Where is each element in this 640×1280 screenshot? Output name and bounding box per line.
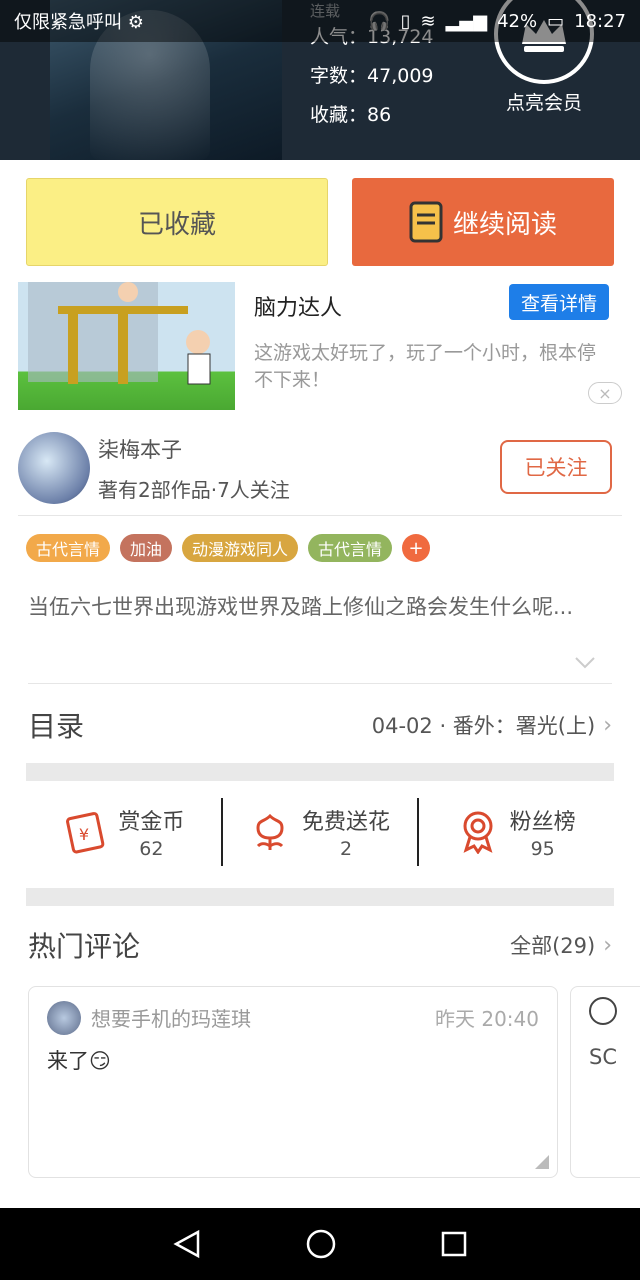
table-of-contents-row[interactable]: 目录 04-02 · 番外：署光(上) › [28, 690, 612, 760]
book-detail-content: 已收藏 继续阅读 脑力达人 查看详情 这游戏太好玩了，玩了一个小时，根本停不下来… [0, 160, 640, 1208]
book-description[interactable]: 当伍六七世界出现游戏世界及踏上修仙之路会发生什么呢... [28, 592, 612, 622]
medal-icon [463, 811, 493, 854]
primary-actions: 已收藏 继续阅读 [26, 178, 614, 266]
author-avatar[interactable] [18, 432, 90, 504]
chevron-right-icon: › [603, 712, 612, 738]
recent-apps-icon[interactable] [440, 1230, 468, 1258]
latest-chapter: 04-02 · 番外：署光(上) [371, 714, 596, 738]
section-separator [26, 888, 614, 906]
fan-ranking-value: 95 [530, 838, 555, 860]
tag[interactable]: 加油 [120, 534, 173, 562]
toc-title: 目录 [28, 710, 85, 743]
author-meta: 著有2部作品·7人关注 [98, 478, 290, 502]
comment-text: SC [589, 1045, 617, 1069]
word-count-row: 字数：47,009 [310, 65, 434, 87]
status-bar: 仅限紧急呼叫 ⚙ 🎧 ▯ ≋ ▂▄▆ 42% ▭ 18:27 [0, 0, 640, 42]
continue-reading-label: 继续阅读 [452, 209, 557, 240]
comment-text: 来了😏 [47, 1049, 111, 1073]
reward-coins-value: 62 [139, 838, 164, 860]
chevron-right-icon: › [603, 932, 612, 958]
all-comments-link[interactable]: 全部(29) [510, 930, 595, 960]
author-section[interactable]: 柒梅本子 著有2部作品·7人关注 已关注 [18, 432, 614, 512]
vip-label: 点亮会员 [505, 92, 582, 114]
continue-reading-button[interactable]: 继续阅读 [352, 178, 614, 266]
ad-description: 这游戏太好玩了，玩了一个小时，根本停不下来！ [254, 342, 597, 391]
section-separator [26, 763, 614, 781]
add-tag-button[interactable]: + [402, 534, 431, 562]
fan-ranking-button[interactable]: 粉丝榜 95 [419, 796, 614, 868]
divider [28, 683, 612, 684]
signal-icon: ▂▄▆ [445, 10, 488, 32]
comment-time: 昨天 20:40 [435, 1007, 539, 1031]
favorites-row: 收藏：86 [310, 104, 392, 126]
headset-icon: 🎧 [368, 10, 391, 32]
svg-text:¥: ¥ [79, 825, 89, 844]
reward-coins-label: 赏金币 [118, 810, 185, 835]
wifi-icon: ≋ [420, 10, 436, 32]
tag[interactable]: 动漫游戏同人 [182, 534, 299, 562]
hot-comments-header[interactable]: 热门评论 全部(29) › [28, 910, 612, 980]
tag-list: 古代言情 加油 动漫游戏同人 古代言情 + [26, 534, 431, 562]
commenter-avatar[interactable] [589, 997, 617, 1025]
send-flower-value: 2 [339, 838, 353, 860]
ad-details-button[interactable]: 查看详情 [509, 284, 609, 320]
fan-ranking-label: 粉丝榜 [509, 810, 576, 835]
chevron-down-icon[interactable] [574, 656, 596, 670]
collected-button[interactable]: 已收藏 [26, 178, 328, 266]
back-icon[interactable] [172, 1229, 202, 1259]
red-envelope-icon: ¥ [66, 812, 105, 854]
clock: 18:27 [574, 10, 626, 32]
battery-icon: ▭ [547, 10, 565, 32]
comment-card[interactable]: 想要手机的玛莲琪 昨天 20:40 来了😏 [28, 986, 558, 1178]
commenter-name[interactable]: 想要手机的玛莲琪 [91, 1003, 251, 1032]
tag[interactable]: 古代言情 [308, 534, 393, 562]
battery-percent: 42% [497, 10, 538, 32]
book-icon [409, 201, 443, 243]
ad-close-button[interactable]: × [588, 382, 622, 404]
follow-button[interactable]: 已关注 [500, 440, 612, 494]
tag[interactable]: 古代言情 [26, 534, 111, 562]
reward-coins-button[interactable]: ¥ 赏金币 62 [26, 796, 221, 868]
favorites-value: 86 [367, 104, 392, 126]
ad-title: 脑力达人 [254, 296, 343, 321]
card-corner-mark [535, 1155, 549, 1169]
system-nav-bar [0, 1208, 640, 1280]
home-icon[interactable] [305, 1228, 337, 1260]
flower-icon [256, 813, 284, 850]
author-name: 柒梅本子 [98, 438, 182, 462]
carrier-text: 仅限紧急呼叫 ⚙ [14, 12, 144, 33]
commenter-avatar[interactable] [47, 1001, 81, 1035]
word-count-value: 47,009 [367, 65, 434, 87]
divider [18, 515, 622, 516]
ad-banner[interactable]: 脑力达人 查看详情 这游戏太好玩了，玩了一个小时，根本停不下来！ × [18, 282, 622, 412]
ad-image[interactable] [18, 282, 235, 410]
send-flower-button[interactable]: 免费送花 2 [223, 796, 418, 868]
hot-comments-title: 热门评论 [28, 930, 141, 963]
comment-card[interactable]: SC [570, 986, 640, 1178]
support-actions: ¥ 赏金币 62 免费送花 2 粉丝榜 95 [26, 796, 614, 868]
vibrate-icon: ▯ [400, 10, 411, 32]
send-flower-label: 免费送花 [302, 810, 391, 835]
